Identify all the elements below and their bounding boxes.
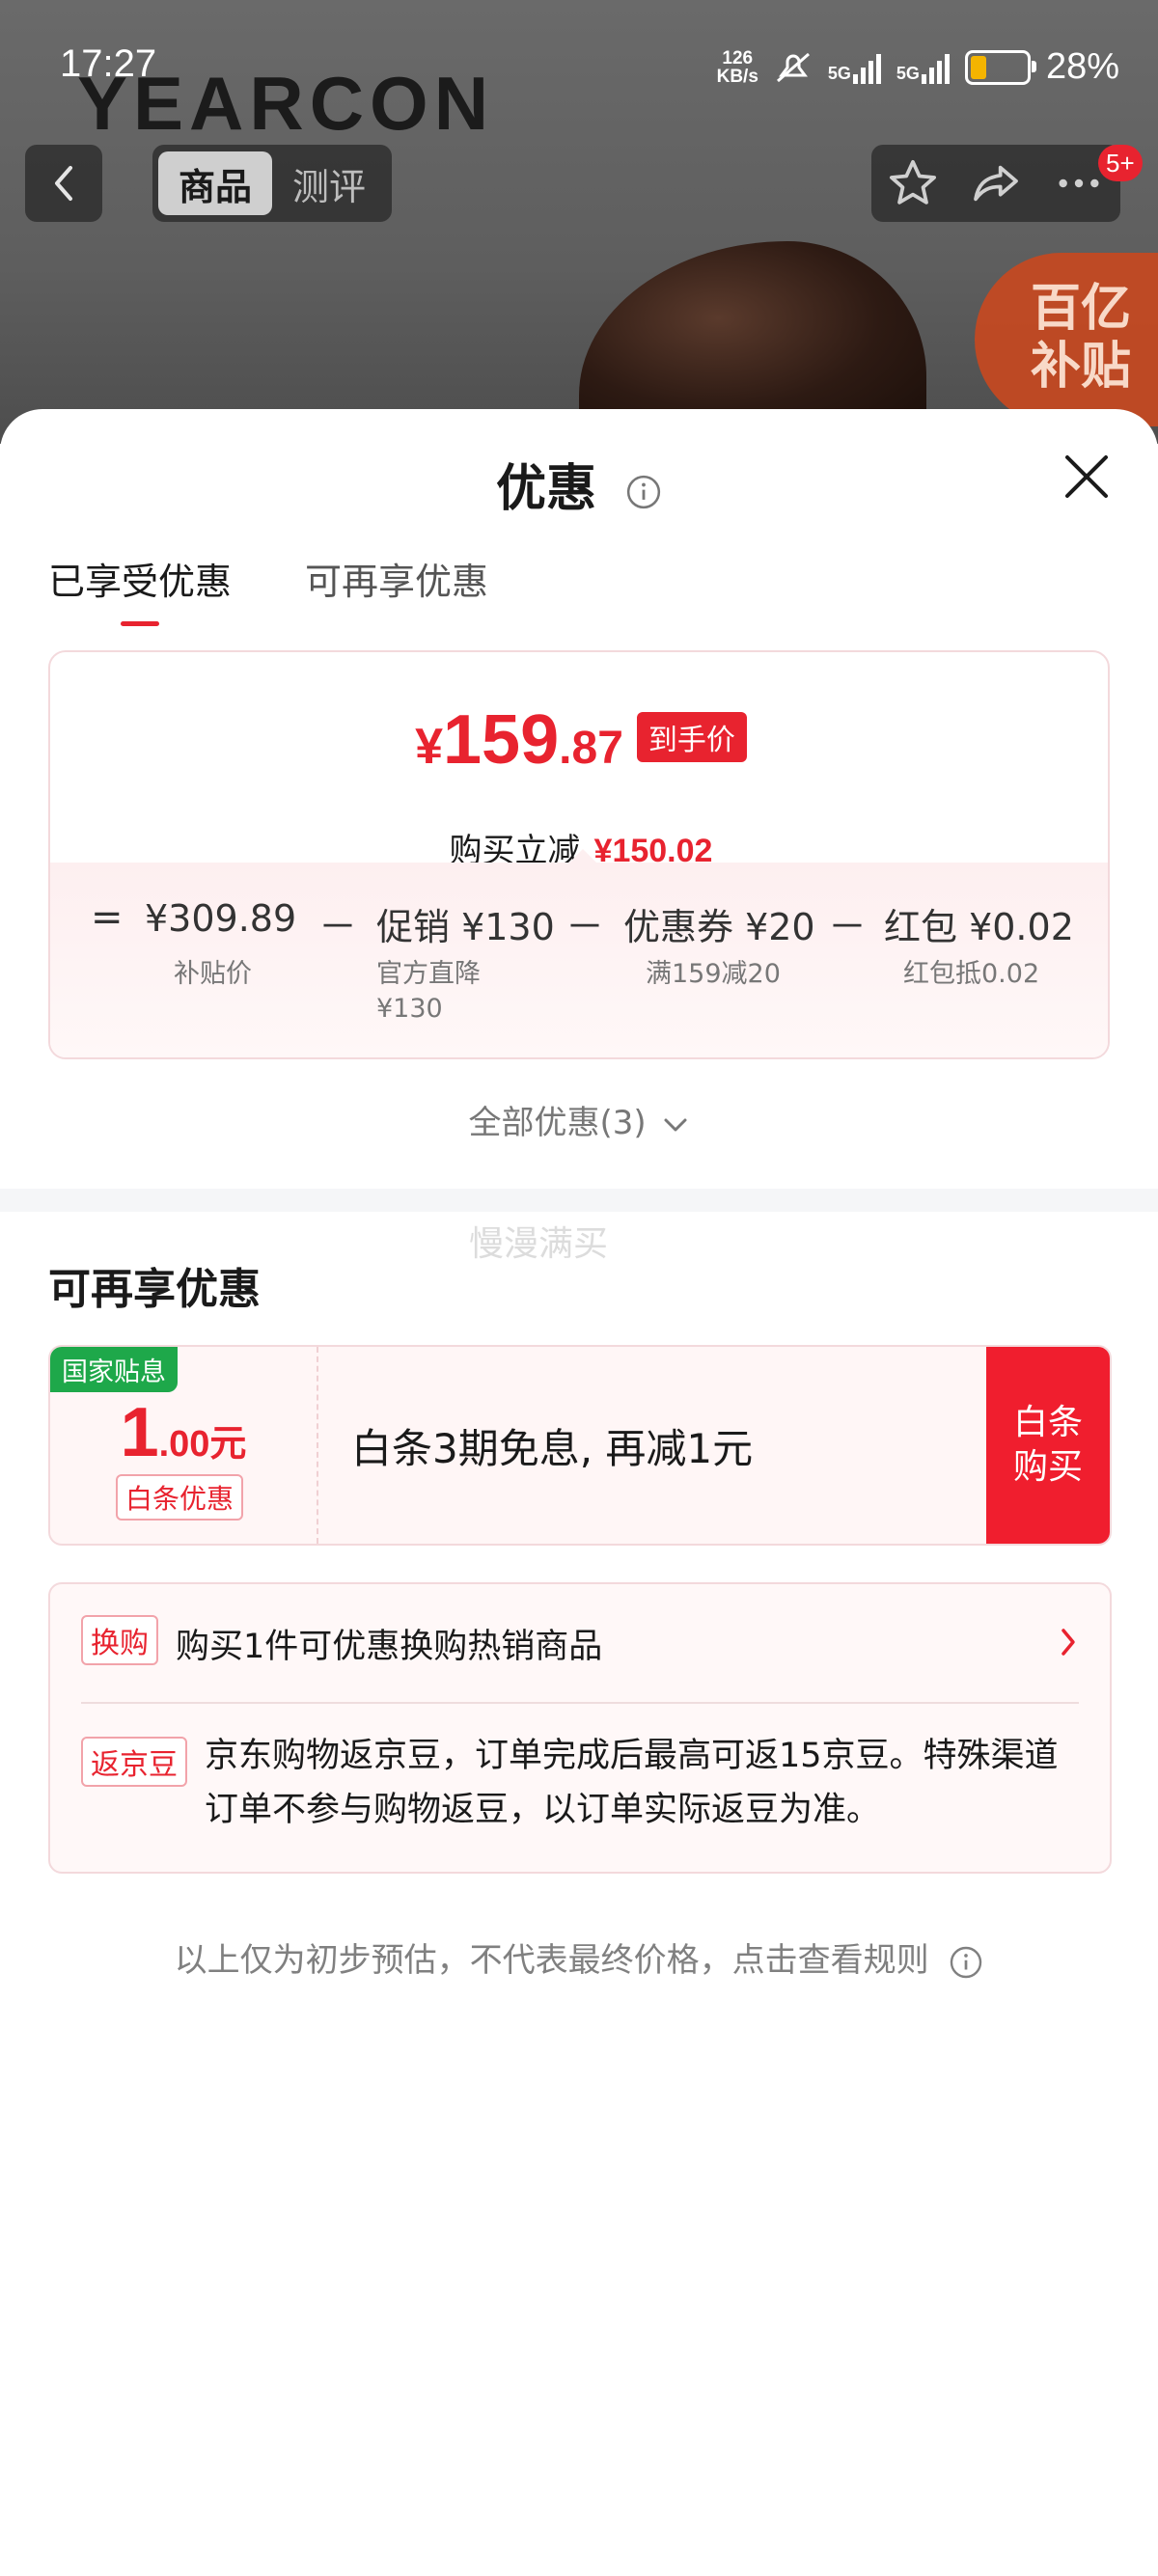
- product-header: YEARCON 百亿补贴 17:27 126 KB/s 5G 5G 28%: [0, 0, 1158, 444]
- jingdou-tag: 返京豆: [81, 1737, 187, 1787]
- net-speed-unit: KB/s: [716, 66, 758, 87]
- message-count-badge: 5+: [1098, 145, 1143, 181]
- info-icon: [951, 1946, 982, 1978]
- final-price-row: ¥159.87 到手价: [50, 700, 1108, 780]
- trade-in-tag: 换购: [81, 1615, 158, 1665]
- breakdown-coupon-detail: 满159减20: [646, 959, 781, 989]
- extra-benefits-card: 换购 购买1件可优惠换购热销商品 返京豆 京东购物返京豆，订单完成后最高可返15…: [48, 1582, 1112, 1874]
- trade-in-text[interactable]: 购买1件可优惠换购热销商品: [176, 1619, 602, 1668]
- status-time: 17:27: [60, 42, 157, 85]
- coupon-amount: 1.00元: [50, 1393, 317, 1472]
- more-discounts-title: 可再享优惠: [48, 1265, 261, 1314]
- tab-more-discounts[interactable]: 可再享优惠: [305, 552, 488, 626]
- breakdown-subsidy-price: ¥309.89: [145, 897, 297, 940]
- battery-percent: 28%: [1045, 46, 1119, 87]
- product-image: [579, 241, 926, 434]
- coupon-amount-int: 1: [120, 1394, 159, 1471]
- net-speed: 126 KB/s: [717, 49, 758, 86]
- subsidy-badge-label: 百亿补贴: [1030, 280, 1131, 396]
- price-decimal: .87: [559, 723, 623, 774]
- discount-tabs: 已享受优惠 可再享优惠: [48, 552, 488, 626]
- coupon-flag: 国家贴息: [50, 1347, 178, 1392]
- final-price-tag: 到手价: [636, 712, 747, 762]
- baitiao-coupon[interactable]: 国家贴息 1.00元 白条优惠 白条3期免息, 再减1元 白条 购买: [48, 1345, 1112, 1546]
- chevron-right-icon[interactable]: [1056, 1623, 1081, 1661]
- sheet-header: 优惠: [0, 448, 1158, 520]
- baitiao-buy-button[interactable]: 白条 购买: [986, 1347, 1110, 1544]
- header-actions: [871, 145, 1120, 222]
- price-integer: 159: [443, 701, 560, 779]
- price-summary-card: ¥159.87 到手价 购买立减 ¥150.02 = ¥309.89 补贴价 － …: [48, 650, 1110, 1059]
- final-price: ¥159.87: [415, 700, 623, 780]
- breakdown-subsidy-label: 补贴价: [174, 959, 252, 989]
- tab-enjoyed-discounts[interactable]: 已享受优惠: [48, 552, 232, 626]
- minus-sign: －: [565, 905, 604, 949]
- card-divider: [81, 1702, 1079, 1704]
- price-disclaimer[interactable]: 以上仅为初步预估，不代表最终价格，点击查看规则: [0, 1933, 1158, 1981]
- network-type-1: 5G: [827, 63, 851, 83]
- star-icon[interactable]: [886, 156, 940, 210]
- price-breakdown: = ¥309.89 补贴价 － 促销 ¥130 官方直降 ¥130 － 优惠券 …: [50, 849, 1108, 1057]
- tab-product[interactable]: 商品: [158, 151, 272, 215]
- signal-icon: [921, 51, 950, 84]
- equals-sign: =: [91, 895, 124, 940]
- breakdown-red-packet-detail: 红包抵0.02: [903, 959, 1040, 989]
- watermark: 慢漫满买: [469, 1224, 609, 1264]
- net-speed-value: 126: [722, 47, 754, 69]
- disclaimer-text: 以上仅为初步预估，不代表最终价格，点击查看规则: [174, 1941, 929, 1980]
- chevron-down-icon: [664, 1118, 687, 1131]
- tab-reviews[interactable]: 测评: [272, 151, 386, 215]
- status-icons: 126 KB/s 5G 5G 28%: [717, 46, 1119, 88]
- product-nav-tabs: 商品 测评: [152, 145, 392, 222]
- minus-sign: －: [828, 905, 867, 949]
- mute-icon: [776, 52, 810, 82]
- coupon-amount-dec: .00元: [158, 1424, 247, 1465]
- close-icon[interactable]: [1058, 448, 1116, 506]
- info-icon[interactable]: [625, 474, 662, 510]
- battery-fill: [970, 55, 986, 79]
- breakdown-promotion-detail: 官方直降 ¥130: [376, 959, 481, 1024]
- battery-icon: [964, 49, 1036, 85]
- minus-sign: －: [318, 905, 357, 949]
- all-discounts-toggle[interactable]: 全部优惠(3): [0, 1096, 1158, 1143]
- sheet-title: 优惠: [495, 460, 596, 518]
- share-icon[interactable]: [969, 156, 1023, 210]
- coupon-type-badge: 白条优惠: [116, 1474, 244, 1521]
- coupon-description: 白条3期免息, 再减1元: [351, 1425, 754, 1472]
- all-discounts-label: 全部优惠(3): [468, 1104, 647, 1142]
- chevron-left-icon: [55, 166, 72, 201]
- section-divider: [0, 1189, 1158, 1212]
- signal-icon: [852, 51, 881, 84]
- breakdown-coupon: 优惠券 ¥20: [623, 906, 815, 948]
- discount-sheet: 优惠 已享受优惠 可再享优惠 ¥159.87 到手价 购买立减 ¥150.02 =…: [0, 409, 1158, 2576]
- back-button[interactable]: [25, 145, 102, 222]
- jingdou-text: 京东购物返京豆，订单完成后最高可返15京豆。特殊渠道订单不参与购物返豆，以订单实…: [205, 1737, 1059, 1829]
- breakdown-promotion: 促销 ¥130: [376, 906, 555, 948]
- network-type-2: 5G: [896, 63, 920, 83]
- currency-symbol: ¥: [415, 719, 444, 775]
- breakdown-red-packet: 红包 ¥0.02: [884, 906, 1074, 948]
